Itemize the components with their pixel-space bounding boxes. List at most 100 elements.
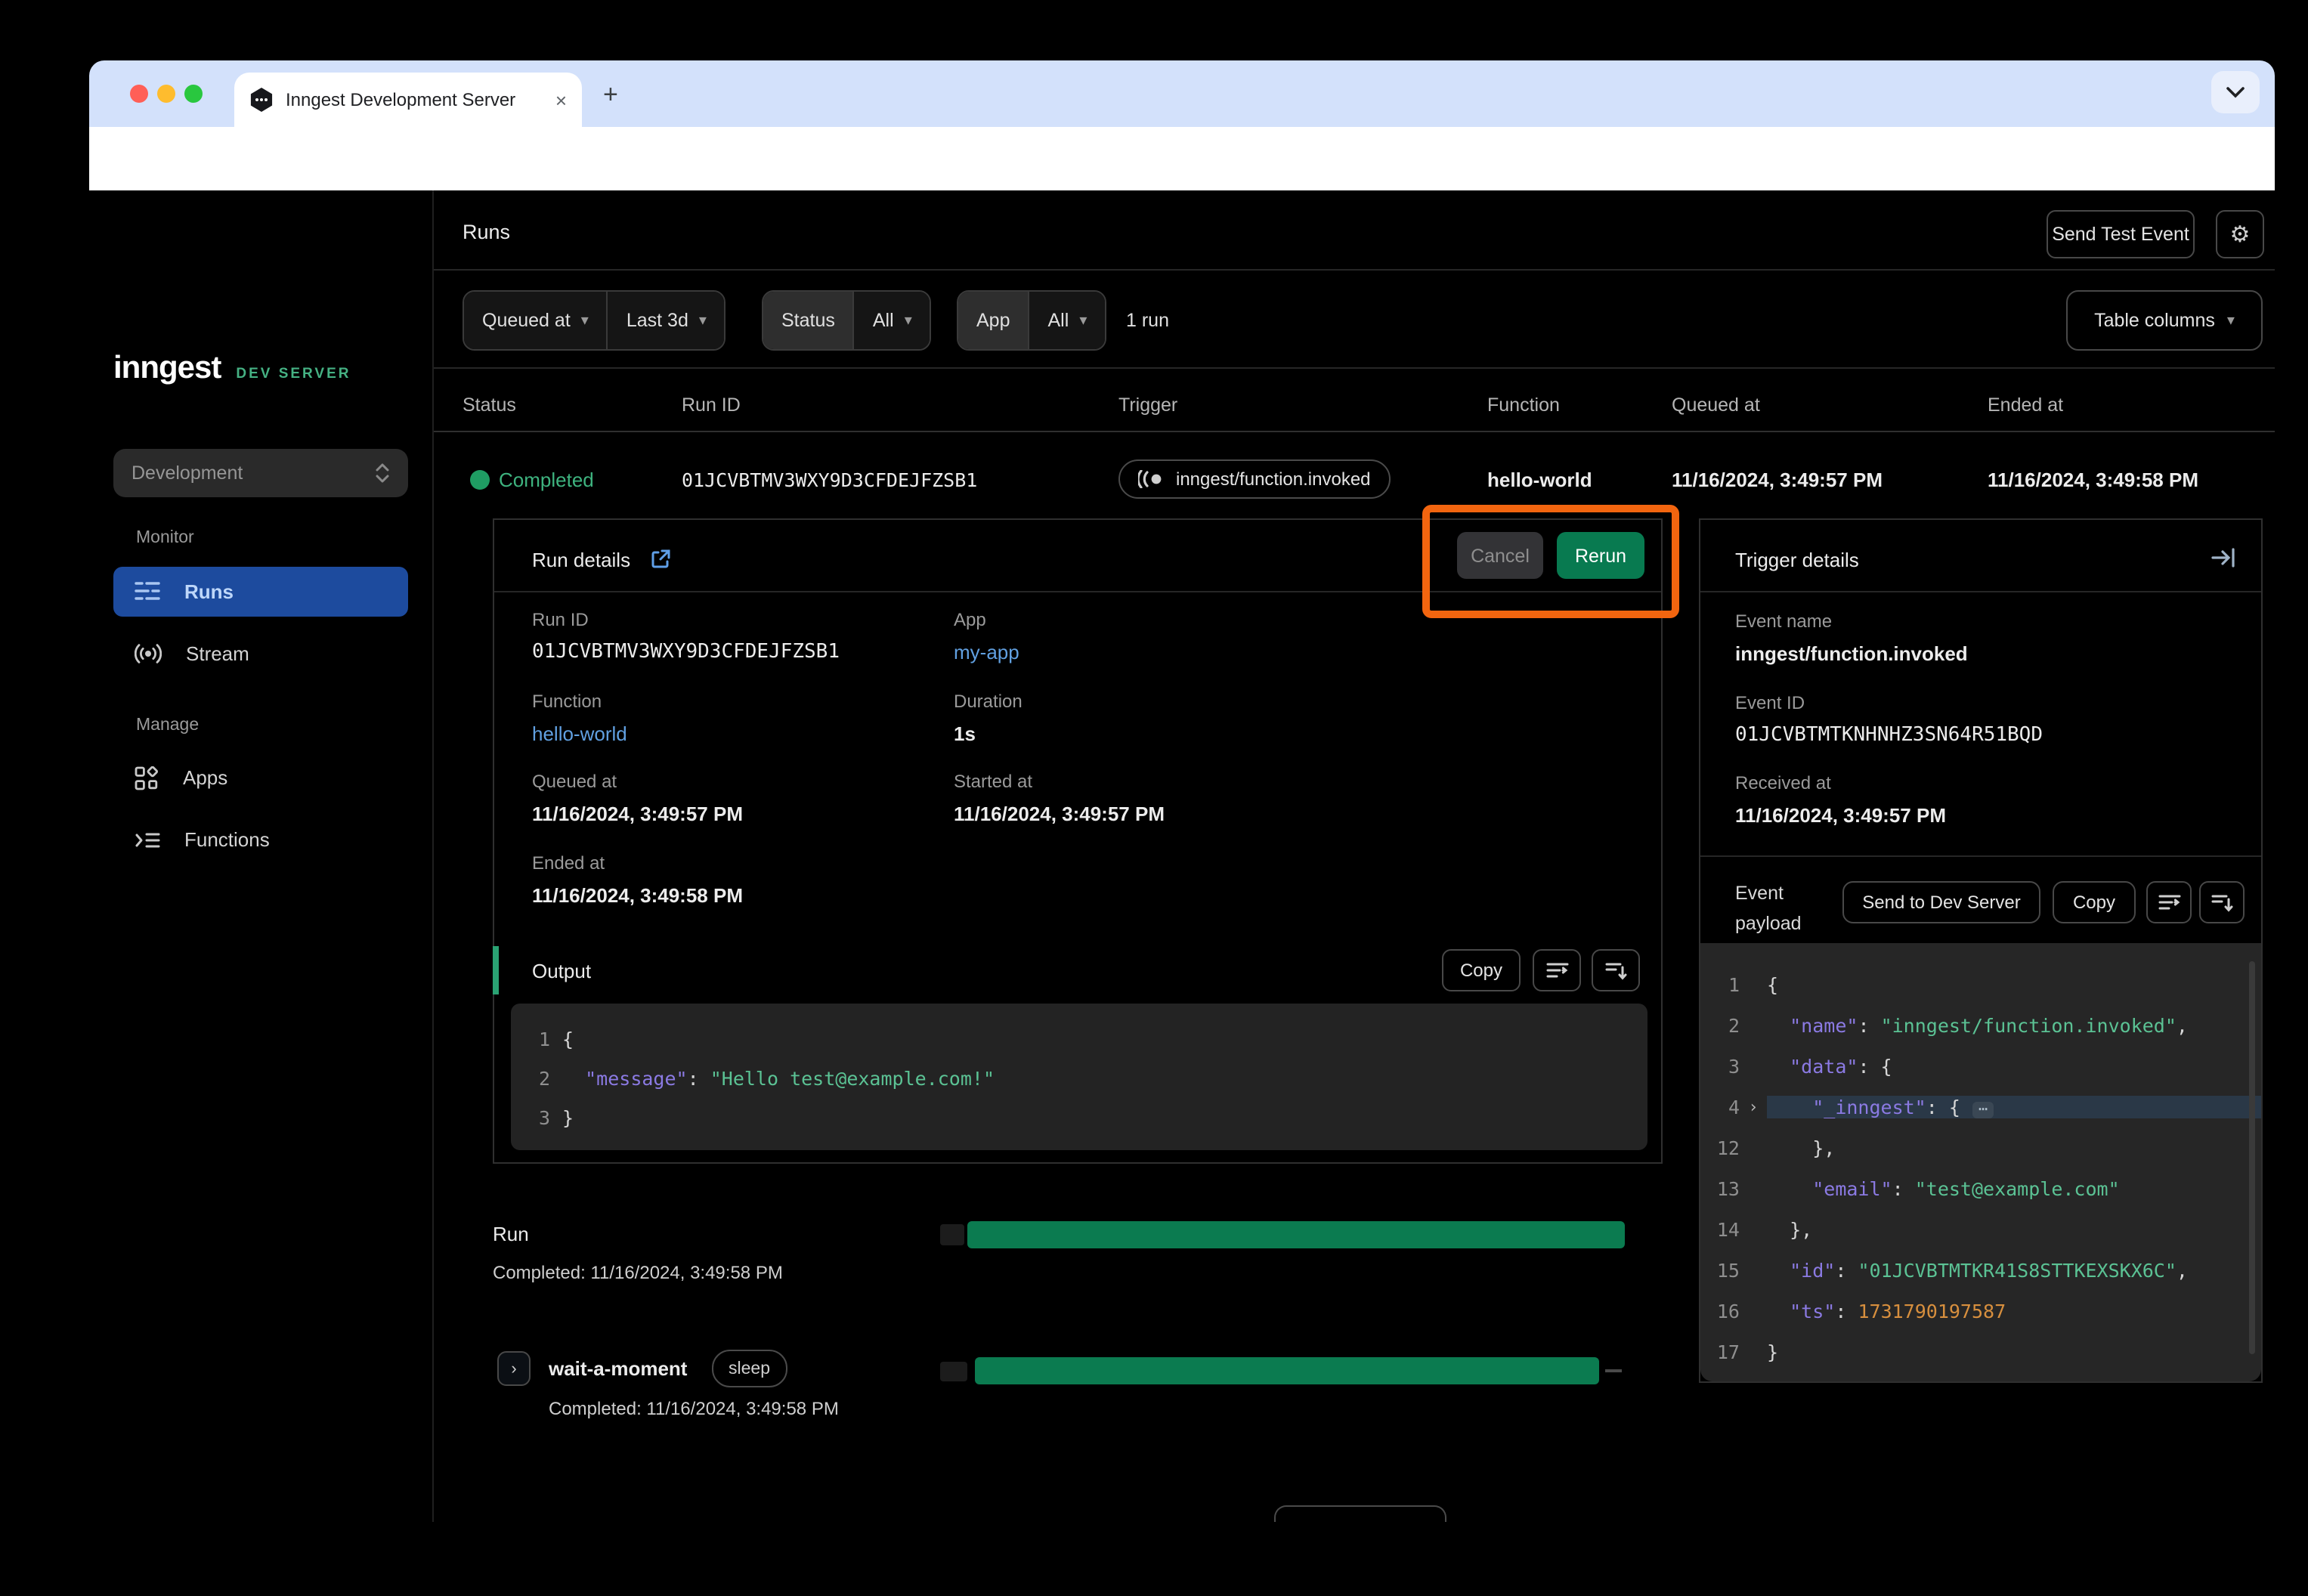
settings-gear-button[interactable]: ⚙ — [2216, 210, 2264, 258]
gear-icon: ⚙ — [2230, 221, 2251, 248]
output-copy-button[interactable]: Copy — [1442, 949, 1521, 991]
step-timeline-bar[interactable] — [975, 1357, 1599, 1384]
app-filter-dropdown[interactable]: All▾ — [1030, 292, 1106, 349]
output-wrap-text-button[interactable] — [1533, 949, 1581, 991]
new-tab-button[interactable]: + — [603, 82, 618, 107]
minimize-window-button[interactable] — [157, 85, 175, 103]
chevron-right-icon: › — [511, 1359, 516, 1378]
send-test-event-button[interactable]: Send Test Event — [2047, 210, 2195, 258]
code-line: 13 "email": "test@example.com" — [1700, 1168, 2261, 1209]
time-field-dropdown[interactable]: Queued at▾ — [464, 292, 607, 349]
col-queued: Queued at — [1672, 394, 1760, 416]
sidebar-item-apps[interactable]: Apps — [113, 753, 408, 803]
trigger-details-panel: Trigger details Event name inngest/funct… — [1699, 518, 2263, 1383]
send-to-dev-server-button[interactable]: Send to Dev Server — [1842, 881, 2040, 923]
run-bar-handle — [940, 1224, 964, 1245]
sidebar-item-label: Functions — [184, 828, 270, 851]
field-function: Function hello-world — [532, 691, 627, 745]
output-accent-bar — [493, 946, 499, 994]
sidebar-item-label: Runs — [184, 580, 234, 603]
chevron-down-icon: ▾ — [581, 312, 589, 329]
payload-wrap-text-button[interactable] — [2146, 881, 2192, 923]
col-trigger: Trigger — [1118, 394, 1177, 416]
output-code-block[interactable]: 1{2 "message": "Hello test@example.com!"… — [511, 1004, 1647, 1150]
main-content: Runs Send Test Event ⚙ Queued at▾ Last 3… — [434, 190, 2275, 1522]
code-line: 1{ — [1700, 964, 2261, 1005]
open-external-icon[interactable] — [650, 549, 671, 570]
close-window-button[interactable] — [130, 85, 148, 103]
code-line: 2 "name": "inngest/function.invoked", — [1700, 1005, 2261, 1046]
code-line: 3 "data": { — [1700, 1046, 2261, 1087]
environment-selector-value: Development — [131, 462, 243, 484]
code-line: 1{ — [511, 1019, 1647, 1058]
header-divider — [434, 269, 2275, 271]
rerun-button[interactable]: Rerun — [1557, 532, 1644, 579]
partial-bottom-button[interactable] — [1274, 1505, 1446, 1522]
tab-search-chevron-icon[interactable] — [2211, 71, 2260, 113]
tab-title: Inngest Development Server — [286, 89, 546, 110]
code-line: 17} — [1700, 1332, 2261, 1372]
row-run-id: 01JCVBTMV3WXY9D3CFDEJFZSB1 — [682, 469, 977, 491]
row-ended-at: 11/16/2024, 3:49:58 PM — [1988, 469, 2198, 491]
field-event-id: Event ID 01JCVBTMTKNHNHZ3SN64R51BQD — [1735, 692, 2043, 747]
col-run-id: Run ID — [682, 394, 741, 416]
apps-grid-icon — [135, 766, 159, 790]
output-expand-button[interactable] — [1592, 949, 1640, 991]
run-timeline-bar[interactable] — [967, 1221, 1625, 1248]
timeline-run-label: Run — [493, 1223, 529, 1245]
updown-chevron-icon — [375, 462, 390, 484]
step-name: wait-a-moment — [549, 1357, 687, 1380]
time-range-dropdown[interactable]: Last 3d▾ — [607, 292, 725, 349]
code-line: 4› "_inngest": {⋯ — [1700, 1087, 2261, 1127]
col-ended: Ended at — [1988, 394, 2063, 416]
trigger-details-title: Trigger details — [1735, 549, 1859, 571]
step-completed-text: Completed: 11/16/2024, 3:49:58 PM — [549, 1398, 839, 1419]
chevron-down-icon: ▾ — [2227, 312, 2235, 329]
environment-selector[interactable]: Development — [113, 449, 408, 497]
step-bar-handle — [940, 1362, 967, 1381]
app-filter-group: App All▾ — [957, 290, 1106, 351]
run-details-title: Run details — [532, 549, 630, 571]
runs-list-icon — [135, 580, 160, 603]
payload-scrollbar[interactable] — [2249, 961, 2255, 1354]
zoom-window-button[interactable] — [184, 85, 203, 103]
payload-copy-button[interactable]: Copy — [2053, 881, 2136, 923]
sidebar-item-runs[interactable]: Runs — [113, 567, 408, 617]
sidebar-item-stream[interactable]: Stream — [113, 629, 408, 679]
output-title: Output — [532, 960, 591, 982]
step-expand-button[interactable]: › — [497, 1351, 531, 1386]
status-filter-dropdown[interactable]: All▾ — [855, 292, 930, 349]
status-dot-icon — [470, 470, 490, 490]
status-filter-label: Status — [763, 292, 855, 349]
row-function: hello-world — [1487, 469, 1592, 491]
browser-tab[interactable]: Inngest Development Server × — [234, 73, 582, 127]
browser-toolbar: ← → ↻ i localhost:8288/runs ☆ — [89, 127, 2275, 190]
event-trigger-icon — [1138, 470, 1164, 488]
sidebar-item-functions[interactable]: Functions — [113, 815, 408, 865]
function-link[interactable]: hello-world — [532, 722, 627, 745]
monitor-section-label: Monitor — [136, 529, 194, 547]
filters-divider — [434, 367, 2275, 369]
table-columns-button[interactable]: Table columns ▾ — [2066, 290, 2263, 351]
col-status: Status — [463, 394, 516, 416]
app-link[interactable]: my-app — [954, 641, 1019, 663]
tab-close-icon[interactable]: × — [555, 88, 567, 111]
table-row[interactable]: Completed 01JCVBTMV3WXY9D3CFDEJFZSB1 inn… — [434, 432, 2275, 529]
cancel-button[interactable]: Cancel — [1457, 532, 1543, 579]
field-ended-at: Ended at 11/16/2024, 3:49:58 PM — [532, 852, 743, 907]
field-app: App my-app — [954, 609, 1019, 663]
field-started-at: Started at 11/16/2024, 3:49:57 PM — [954, 771, 1165, 825]
step-type-badge: sleep — [712, 1350, 787, 1387]
payload-expand-button[interactable] — [2199, 881, 2245, 923]
field-received-at: Received at 11/16/2024, 3:49:57 PM — [1735, 772, 1946, 827]
field-event-name: Event name inngest/function.invoked — [1735, 611, 1968, 665]
trigger-badge[interactable]: inngest/function.invoked — [1118, 459, 1391, 499]
inngest-logo: inngest DEV SERVER — [113, 351, 351, 387]
event-payload-code-block[interactable]: 1{2 "name": "inngest/function.invoked",3… — [1700, 943, 2261, 1381]
inngest-app: inngest DEV SERVER Development Monitor R… — [89, 190, 2275, 1522]
field-queued-at: Queued at 11/16/2024, 3:49:57 PM — [532, 771, 743, 825]
collapse-panel-icon[interactable] — [2211, 546, 2238, 570]
chevron-down-icon: ▾ — [905, 312, 912, 329]
table-columns-label: Table columns — [2094, 310, 2215, 331]
run-completed-text: Completed: 11/16/2024, 3:49:58 PM — [493, 1262, 783, 1283]
